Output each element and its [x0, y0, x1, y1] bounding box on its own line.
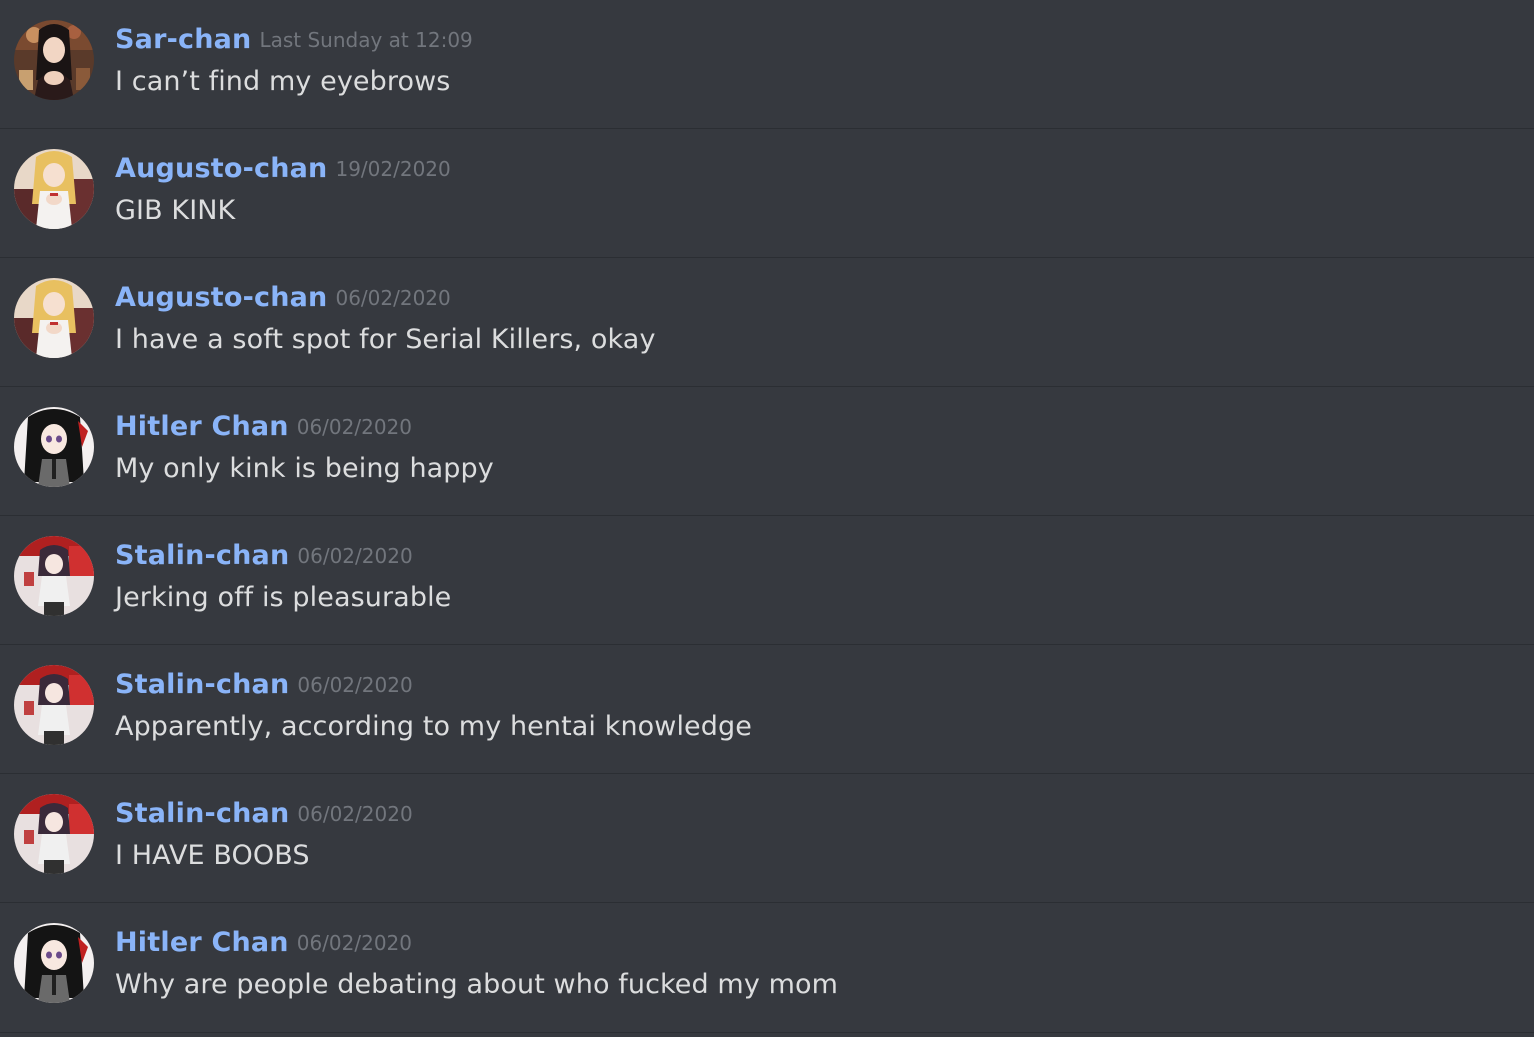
timestamp[interactable]: 06/02/2020: [297, 544, 412, 568]
message: Augusto-chan 19/02/2020 GIB KINK: [0, 129, 1534, 258]
message: Augusto-chan 06/02/2020 I have a soft spo…: [0, 258, 1534, 387]
message-content: Jerking off is pleasurable: [115, 582, 452, 613]
message-header: Sar-chan Last Sunday at 12:09: [115, 20, 473, 60]
avatar[interactable]: [14, 794, 94, 874]
stalin-chan-avatar-image: [14, 794, 94, 874]
message-header: Hitler Chan 06/02/2020: [115, 923, 412, 963]
avatar[interactable]: [14, 20, 94, 100]
avatar[interactable]: [14, 536, 94, 616]
message-content: My only kink is being happy: [115, 453, 494, 484]
username[interactable]: Hitler Chan: [115, 927, 289, 958]
message-content: Why are people debating about who fucked…: [115, 969, 839, 1000]
username[interactable]: Sar-chan: [115, 24, 251, 55]
username[interactable]: Stalin-chan: [115, 669, 289, 700]
message-content: I have a soft spot for Serial Killers, o…: [115, 324, 656, 355]
message-header: Hitler Chan 06/02/2020: [115, 407, 412, 447]
message: Hitler Chan 06/02/2020 My only kink is be…: [0, 387, 1534, 516]
stalin-chan-avatar-image: [14, 665, 94, 745]
username[interactable]: Augusto-chan: [115, 282, 327, 313]
username[interactable]: Stalin-chan: [115, 540, 289, 571]
hitler-chan-avatar-image: [14, 407, 94, 487]
sar-chan-avatar-image: [14, 20, 94, 100]
avatar[interactable]: [14, 278, 94, 358]
message-header: Augusto-chan 06/02/2020: [115, 278, 451, 318]
message-header: Stalin-chan 06/02/2020: [115, 794, 413, 834]
timestamp[interactable]: Last Sunday at 12:09: [259, 28, 472, 52]
message-content: Apparently, according to my hentai knowl…: [115, 711, 752, 742]
timestamp[interactable]: 19/02/2020: [335, 157, 450, 181]
avatar[interactable]: [14, 149, 94, 229]
message-header: Augusto-chan 19/02/2020: [115, 149, 451, 189]
message-content: I HAVE BOOBS: [115, 840, 310, 871]
message-content: GIB KINK: [115, 195, 236, 226]
message-header: Stalin-chan 06/02/2020: [115, 536, 413, 576]
username[interactable]: Stalin-chan: [115, 798, 289, 829]
hitler-chan-avatar-image: [14, 923, 94, 1003]
message-list: Sar-chan Last Sunday at 12:09 I can’t fin…: [0, 0, 1534, 1037]
username[interactable]: Augusto-chan: [115, 153, 327, 184]
timestamp[interactable]: 06/02/2020: [297, 931, 412, 955]
message: Stalin-chan 06/02/2020 Jerking off is ple…: [0, 516, 1534, 645]
timestamp[interactable]: 06/02/2020: [335, 286, 450, 310]
message: Sar-chan Last Sunday at 12:09 I can’t fin…: [0, 0, 1534, 129]
timestamp[interactable]: 06/02/2020: [297, 415, 412, 439]
message-header: Stalin-chan 06/02/2020: [115, 665, 413, 705]
stalin-chan-avatar-image: [14, 536, 94, 616]
username[interactable]: Hitler Chan: [115, 411, 289, 442]
message: Hitler Chan 06/02/2020 Why are people deb…: [0, 903, 1534, 1033]
message: Stalin-chan 06/02/2020 Apparently, accord…: [0, 645, 1534, 774]
timestamp[interactable]: 06/02/2020: [297, 802, 412, 826]
timestamp[interactable]: 06/02/2020: [297, 673, 412, 697]
augusto-chan-avatar-image: [14, 278, 94, 358]
message-content: I can’t find my eyebrows: [115, 66, 451, 97]
augusto-chan-avatar-image: [14, 149, 94, 229]
message: Stalin-chan 06/02/2020 I HAVE BOOBS: [0, 774, 1534, 903]
avatar[interactable]: [14, 665, 94, 745]
avatar[interactable]: [14, 407, 94, 487]
avatar[interactable]: [14, 923, 94, 1003]
